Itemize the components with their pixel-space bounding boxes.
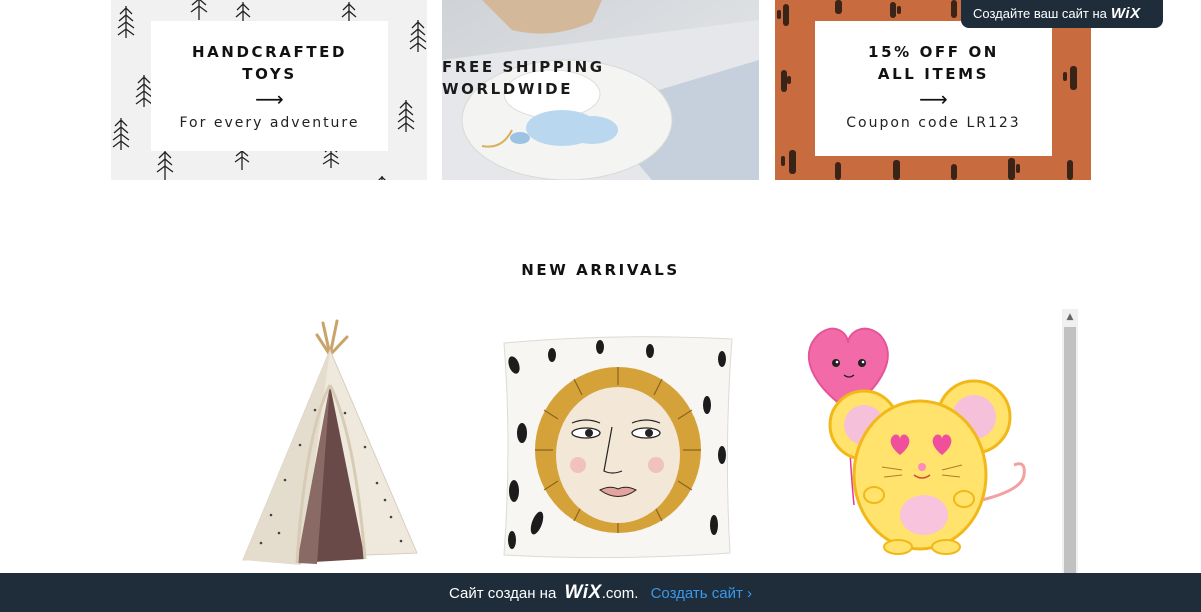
promo-card: HANDCRAFTED TOYS ⟶ For every adventure bbox=[151, 21, 388, 151]
scroll-up-arrow-icon[interactable]: ▲ bbox=[1062, 309, 1078, 325]
teepee-tent-icon bbox=[242, 319, 418, 565]
section-title-new-arrivals: NEW ARRIVALS bbox=[521, 261, 680, 279]
product-card[interactable] bbox=[492, 315, 742, 570]
page: HANDCRAFTED TOYS ⟶ For every adventure F… bbox=[0, 0, 1201, 612]
promo-title: HANDCRAFTED TOYS bbox=[191, 43, 348, 83]
promo-free-shipping[interactable]: FREE SHIPPING WORLDWIDE bbox=[442, 0, 759, 180]
promo-subtitle: Coupon code LR123 bbox=[846, 115, 1021, 131]
promo-handcrafted-toys[interactable]: HANDCRAFTED TOYS ⟶ For every adventure bbox=[111, 0, 427, 180]
promo-title: 15% OFF ON ALL ITEMS bbox=[868, 43, 999, 83]
wix-create-site-badge[interactable]: Создайте ваш сайт на WiX bbox=[961, 0, 1163, 28]
wix-badge-text: Создайте ваш сайт на bbox=[973, 6, 1107, 21]
promo-card: 15% OFF ON ALL ITEMS ⟶ Coupon code LR123 bbox=[815, 21, 1052, 156]
promo-subtitle: For every adventure bbox=[179, 115, 360, 131]
product-gallery-scrollbar[interactable]: ▲ bbox=[1062, 309, 1078, 573]
product-card[interactable] bbox=[792, 315, 1042, 570]
create-site-link[interactable]: Создать сайт › bbox=[651, 585, 752, 602]
promo-title: FREE SHIPPING WORLDWIDE bbox=[442, 58, 605, 98]
wix-promo-bar[interactable]: Сайт создан на WiX.com. Создать сайт › bbox=[0, 573, 1201, 612]
mouse-balloon-icon bbox=[807, 327, 1026, 555]
wix-logo: WiX bbox=[1110, 5, 1141, 22]
scrollbar-thumb[interactable] bbox=[1064, 327, 1076, 573]
wix-logo: WiX bbox=[564, 582, 602, 603]
product-card[interactable] bbox=[205, 315, 455, 570]
lion-pillow-icon bbox=[503, 336, 733, 559]
arrow-right-icon: ⟶ bbox=[255, 87, 284, 111]
arrow-right-icon: ⟶ bbox=[919, 87, 948, 111]
wix-bar-prefix: Сайт создан на bbox=[448, 585, 557, 602]
wix-dotcom: .com. bbox=[601, 585, 639, 602]
